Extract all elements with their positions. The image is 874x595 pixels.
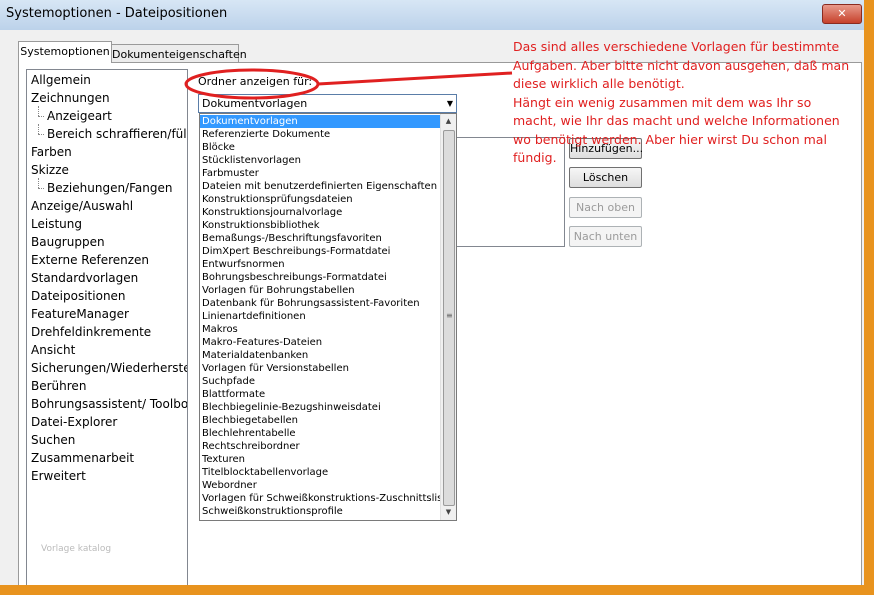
dropdown-item[interactable]: Konstruktionsjournalvorlage (200, 206, 442, 219)
sidebar-item-dateipositionen[interactable]: Dateipositionen (31, 287, 126, 305)
title-bar[interactable]: Systemoptionen - Dateipositionen ✕ (0, 0, 864, 30)
tab-systemoptionen[interactable]: Systemoptionen (18, 41, 112, 63)
dropdown-scrollbar[interactable]: ▲ ≡ ▼ (440, 114, 456, 520)
annotation-line: macht, wie Ihr das macht und welche Info… (513, 113, 840, 128)
sidebar-item-datei-explorer[interactable]: Datei-Explorer (31, 413, 117, 431)
tab-dokumenteigenschaften[interactable]: Dokumenteigenschaften (111, 44, 247, 64)
sidebar-item-anzeigeart[interactable]: Anzeigeart (38, 106, 112, 125)
folder-type-select[interactable]: Dokumentvorlagen ▼ (198, 94, 457, 113)
dropdown-item[interactable]: Schweißkonstruktionsprofile (200, 505, 442, 518)
dropdown-item[interactable]: Datenbank für Bohrungsassistent-Favorite… (200, 297, 442, 310)
dropdown-item[interactable]: Blechbiegetabellen (200, 414, 442, 427)
dropdown-item[interactable]: Materialdatenbanken (200, 349, 442, 362)
grip-icon: ≡ (446, 311, 453, 320)
dropdown-item[interactable]: Texturen (200, 453, 442, 466)
sidebar-item-erweitert[interactable]: Erweitert (31, 467, 86, 485)
dropdown-item[interactable]: Vorlagen für Bohrungstabellen (200, 284, 442, 297)
dropdown-item[interactable]: Blechbiegelinie-Bezugshinweisdatei (200, 401, 442, 414)
sidebar-item-baugruppen[interactable]: Baugruppen (31, 233, 105, 251)
dropdown-item[interactable]: Stücklistenvorlagen (200, 154, 442, 167)
sidebar-item-skizze[interactable]: Skizze (31, 161, 69, 179)
dropdown-item[interactable]: Suchpfade (200, 375, 442, 388)
sidebar-item-drehfeldinkremente[interactable]: Drehfeldinkremente (31, 323, 151, 341)
delete-button[interactable]: Löschen (569, 167, 642, 188)
sidebar-item-allgemein[interactable]: Allgemein (31, 71, 91, 89)
sidebar-item-externe-referenzen[interactable]: Externe Referenzen (31, 251, 149, 269)
dropdown-item[interactable]: Linienartdefinitionen (200, 310, 442, 323)
dropdown-item[interactable]: Blattformate (200, 388, 442, 401)
move-down-button[interactable]: Nach unten (569, 226, 642, 247)
dropdown-item[interactable]: Vorlagen für Schweißkonstruktions-Zuschn… (200, 492, 442, 505)
sidebar-item-bohrungsassistent[interactable]: Bohrungsassistent/ Toolbox (31, 395, 187, 413)
dropdown-item[interactable]: Entwurfsnormen (200, 258, 442, 271)
annotation-text: Das sind alles verschiedene Vorlagen für… (513, 38, 853, 168)
dropdown-item[interactable]: Farbmuster (200, 167, 442, 180)
scroll-up-icon[interactable]: ▲ (441, 114, 456, 129)
dropdown-item[interactable]: Dateien mit benutzerdefinierten Eigensch… (200, 180, 442, 193)
dropdown-item[interactable]: Konstruktionsprüfungsdateien (200, 193, 442, 206)
watermark-text: Vorlage katalog (41, 544, 112, 554)
annotation-line: Das sind alles verschiedene Vorlagen für… (513, 39, 840, 54)
folder-type-value: Dokumentvorlagen (202, 97, 308, 110)
sidebar-item-zeichnungen[interactable]: Zeichnungen (31, 89, 110, 107)
window-title: Systemoptionen - Dateipositionen (6, 6, 228, 21)
sidebar-item-beruehren[interactable]: Berühren (31, 377, 86, 395)
annotation-line: fündig. (513, 150, 557, 165)
folder-type-dropdown[interactable]: Dokumentvorlagen Referenzierte Dokumente… (199, 113, 457, 521)
dropdown-item[interactable]: Vorlagen für Versionstabellen (200, 362, 442, 375)
sidebar-item-farben[interactable]: Farben (31, 143, 72, 161)
dropdown-item[interactable]: Makros (200, 323, 442, 336)
sidebar-item-zusammenarbeit[interactable]: Zusammenarbeit (31, 449, 134, 467)
sidebar-item-beziehungen-fangen[interactable]: Beziehungen/Fangen (37, 178, 172, 197)
dropdown-item[interactable]: Blöcke (200, 141, 442, 154)
sidebar-item-featuremanager[interactable]: FeatureManager (31, 305, 129, 323)
close-icon[interactable]: ✕ (822, 4, 862, 24)
dropdown-item[interactable]: Titelblocktabellenvorlage (200, 466, 442, 479)
sidebar-item-standardvorlagen[interactable]: Standardvorlagen (31, 269, 138, 287)
annotation-line: Hängt ein wenig zusammen mit dem was Ihr… (513, 94, 812, 110)
sidebar-item-suchen[interactable]: Suchen (31, 431, 75, 449)
folder-label: Ordner anzeigen für: (198, 75, 313, 88)
dropdown-item[interactable]: Bohrungsbeschreibungs-Formatdatei (200, 271, 442, 284)
scroll-down-icon[interactable]: ▼ (441, 505, 456, 520)
dropdown-item[interactable]: Makro-Features-Dateien (200, 336, 442, 349)
dropdown-item[interactable]: Blechlehrentabelle (200, 427, 442, 440)
dropdown-item[interactable]: Dokumentvorlagen (200, 115, 442, 128)
annotation-line: Aufgaben. Aber bitte nicht davon ausgehe… (513, 57, 850, 73)
sidebar-item-anzeige-auswahl[interactable]: Anzeige/Auswahl (31, 197, 133, 215)
dropdown-item[interactable]: Webordner (200, 479, 442, 492)
sidebar-item-ansicht[interactable]: Ansicht (31, 341, 75, 359)
sidebar-item-sicherungen[interactable]: Sicherungen/Wiederherstellen (31, 359, 187, 377)
annotation-line: wo benötigt werden. Aber hier wirst Du s… (513, 131, 827, 147)
dropdown-item[interactable]: Referenzierte Dokumente (200, 128, 442, 141)
annotation-line: diese wirklich alle benötigt. (513, 76, 685, 91)
dropdown-item[interactable]: Rechtschreibordner (200, 440, 442, 453)
sidebar-item-bereich-schraffieren[interactable]: Bereich schraffieren/füllen (38, 124, 187, 143)
dropdown-item[interactable]: Bemaßungs-/Beschriftungsfavoriten (200, 232, 442, 245)
dropdown-item[interactable]: DimXpert Beschreibungs-Formatdatei (200, 245, 442, 258)
scrollbar-thumb[interactable]: ≡ (443, 130, 455, 506)
options-tree: Allgemein Zeichnungen Anzeigeart Bereich… (26, 69, 188, 585)
move-up-button[interactable]: Nach oben (569, 197, 642, 218)
chevron-down-icon[interactable]: ▼ (447, 95, 453, 112)
dropdown-item[interactable]: Konstruktionsbibliothek (200, 219, 442, 232)
sidebar-item-leistung[interactable]: Leistung (31, 215, 82, 233)
